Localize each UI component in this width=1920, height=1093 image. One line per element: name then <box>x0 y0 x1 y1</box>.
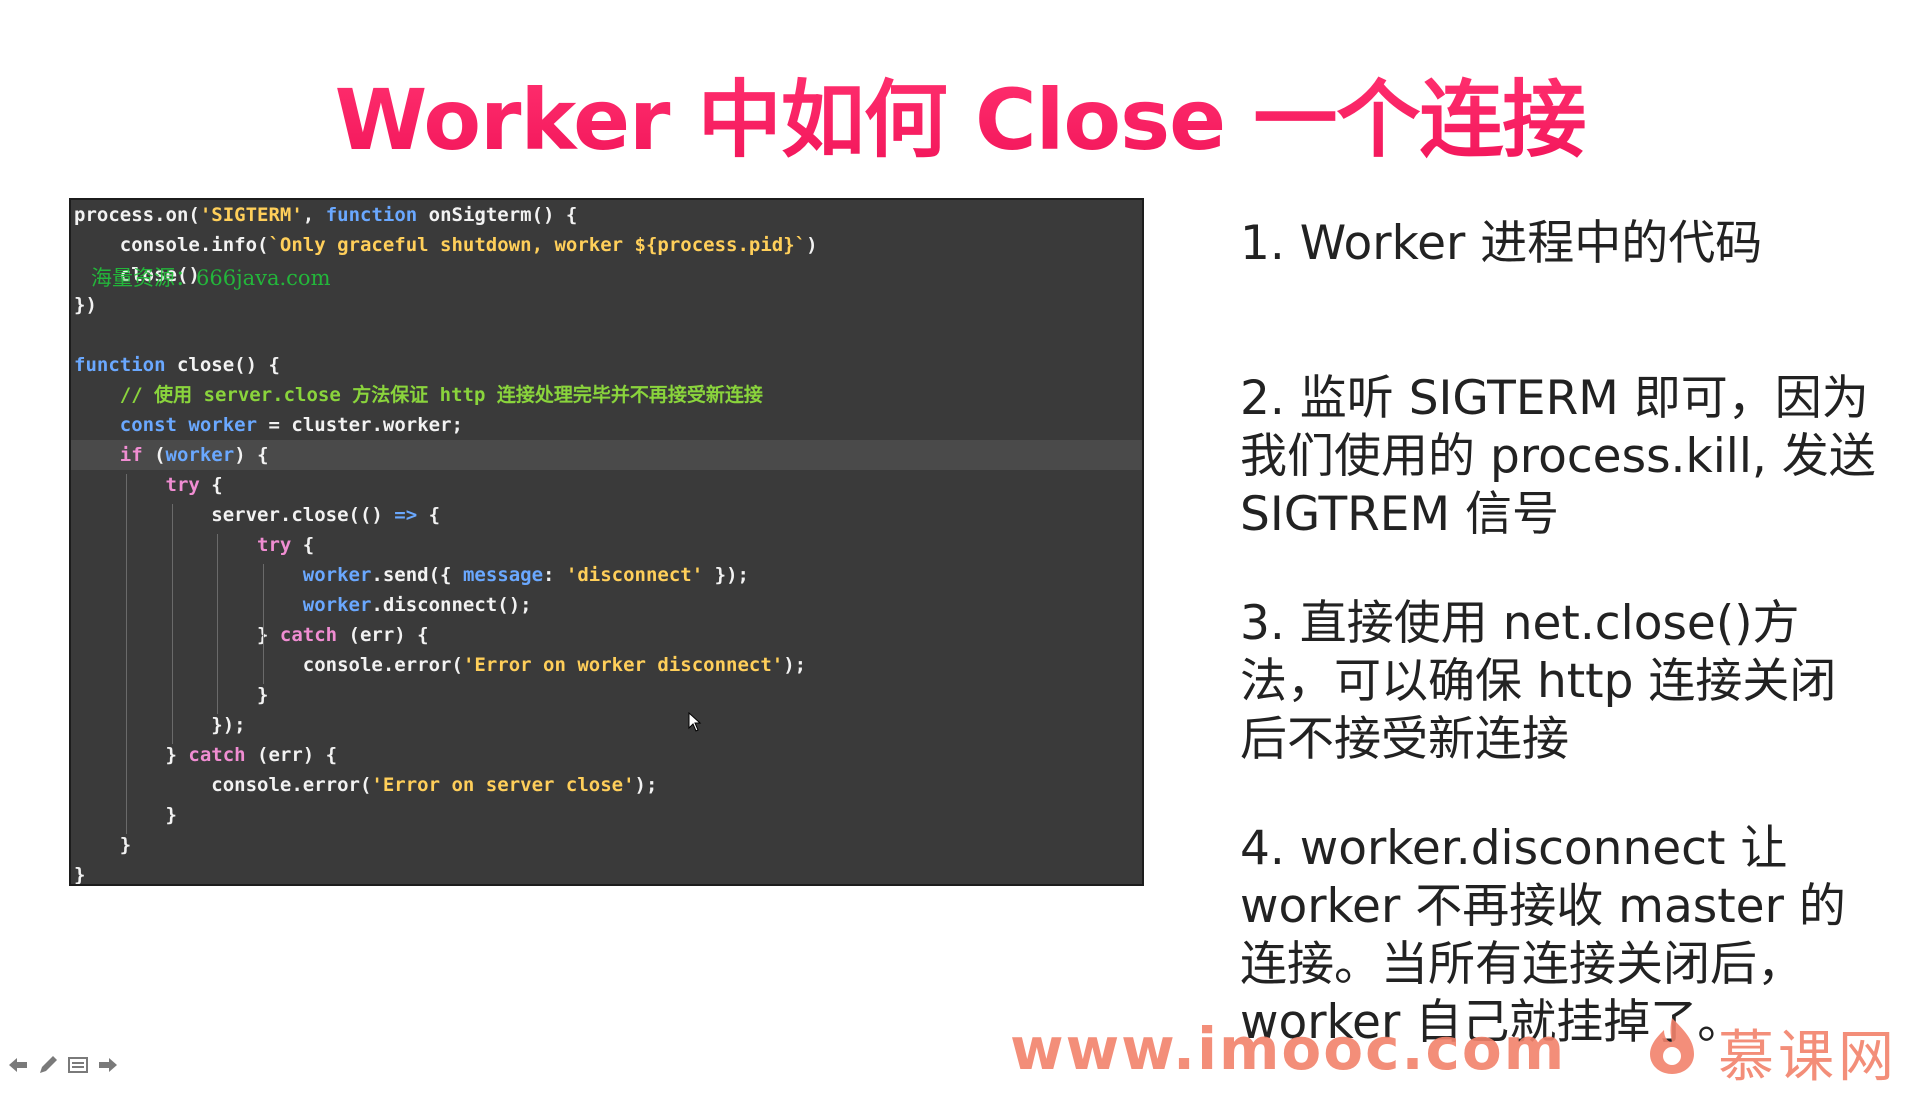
indent-guide <box>217 534 219 714</box>
imooc-flame-logo-icon <box>1650 1018 1694 1074</box>
player-controls <box>6 1052 120 1078</box>
code-token: message <box>462 564 544 586</box>
code-line: } <box>71 800 1142 830</box>
code-line: // 使用 server.close 方法保证 http 连接处理完毕并不再接受… <box>71 380 1142 410</box>
code-line: process.on('SIGTERM', function onSigterm… <box>71 200 1142 230</box>
code-line: } <box>71 830 1142 860</box>
slide-title: Worker 中如何 Close 一个连接 <box>0 70 1920 170</box>
brand-url: www.imooc.com <box>1010 1015 1567 1083</box>
code-token: worker <box>165 444 235 466</box>
code-line: console.error('Error on worker disconnec… <box>71 650 1142 680</box>
code-token: if <box>119 444 143 466</box>
next-arrow-icon[interactable] <box>96 1053 120 1077</box>
code-token: 'Error on worker disconnect' <box>462 654 784 676</box>
code-token: } <box>74 864 86 886</box>
code-token: ( <box>142 444 166 466</box>
note-3: 3. 直接使用 net.close()方法，可以确保 http 连接关闭后不接受… <box>1240 596 1837 767</box>
code-block: process.on('SIGTERM', function onSigterm… <box>71 200 1142 886</box>
code-token: => <box>394 504 418 526</box>
code-token: (err) { <box>245 744 338 766</box>
code-token: catch <box>279 624 338 646</box>
code-token: worker <box>188 414 258 436</box>
code-token: } <box>74 834 132 856</box>
code-token: try <box>257 534 292 556</box>
indent-guide <box>171 504 173 744</box>
code-line: const worker = cluster.worker; <box>71 410 1142 440</box>
code-token: close() { <box>165 354 280 376</box>
code-token: worker <box>302 594 372 616</box>
code-token: const <box>119 414 177 436</box>
code-token: // 使用 server.close 方法保证 http 连接处理完毕并不再接受… <box>119 384 763 406</box>
code-line: console.error('Error on server close'); <box>71 770 1142 800</box>
pen-icon[interactable] <box>36 1053 60 1077</box>
code-token: , <box>302 204 326 226</box>
code-token: }); <box>74 714 246 736</box>
code-line: worker.disconnect(); <box>71 590 1142 620</box>
code-token: .disconnect(); <box>371 594 532 616</box>
code-token: 'SIGTERM' <box>199 204 303 226</box>
code-token: : <box>543 564 566 586</box>
code-line: if (worker) { <box>71 440 1142 470</box>
code-token: ) <box>806 234 818 256</box>
code-token: ); <box>634 774 658 796</box>
code-token: try <box>165 474 200 496</box>
code-panel: process.on('SIGTERM', function onSigterm… <box>69 198 1144 886</box>
code-token: (err) { <box>337 624 429 646</box>
code-token: 'Error on server close' <box>371 774 635 796</box>
code-line: console.info(`Only graceful shutdown, wo… <box>71 230 1142 260</box>
brand-name: 慕课网 <box>1718 1025 1898 1090</box>
code-token: catch <box>188 744 246 766</box>
code-line: } <box>71 860 1142 886</box>
indent-guide <box>125 474 127 834</box>
code-line: function close() { <box>71 350 1142 380</box>
code-token: { <box>199 474 223 496</box>
code-token: server.close(() <box>74 504 395 526</box>
code-token: console.info( <box>74 234 269 256</box>
note-2: 2. 监听 SIGTERM 即可，因为我们使用的 process.kill, 发… <box>1240 371 1876 542</box>
watermark-text: 海量资源：666java.com <box>91 266 331 290</box>
code-token: { <box>417 504 441 526</box>
code-token: }) <box>74 294 97 316</box>
code-token: } <box>74 744 189 766</box>
code-line: try { <box>71 530 1142 560</box>
code-line: server.close(() => { <box>71 500 1142 530</box>
code-token: `Only graceful shutdown, worker ${proces… <box>268 234 807 256</box>
code-line: } catch (err) { <box>71 740 1142 770</box>
menu-icon[interactable] <box>66 1053 90 1077</box>
code-line: }); <box>71 710 1142 740</box>
code-token: console.error( <box>74 654 463 676</box>
mouse-cursor-icon <box>688 712 702 732</box>
code-token: } <box>74 624 280 646</box>
code-token: process.on( <box>74 204 200 226</box>
code-token: = cluster.worker; <box>257 414 463 436</box>
code-token: { <box>291 534 315 556</box>
code-token: function <box>74 354 166 376</box>
prev-arrow-icon[interactable] <box>6 1053 30 1077</box>
code-line: try { <box>71 470 1142 500</box>
indent-guide <box>263 564 265 684</box>
code-line: worker.send({ message: 'disconnect' }); <box>71 560 1142 590</box>
note-1: 1. Worker 进程中的代码 <box>1240 216 1763 271</box>
code-token: console.error( <box>74 774 372 796</box>
code-token: 'disconnect' <box>565 564 704 586</box>
code-token: ); <box>783 654 807 676</box>
code-token: worker <box>302 564 372 586</box>
code-token: .send({ <box>371 564 463 586</box>
code-token: ) { <box>234 444 269 466</box>
code-line: }) <box>71 290 1142 320</box>
code-token: onSigterm() { <box>417 204 578 226</box>
code-line: } catch (err) { <box>71 620 1142 650</box>
code-line: } <box>71 680 1142 710</box>
code-token: }); <box>703 564 749 586</box>
code-token: function <box>325 204 418 226</box>
